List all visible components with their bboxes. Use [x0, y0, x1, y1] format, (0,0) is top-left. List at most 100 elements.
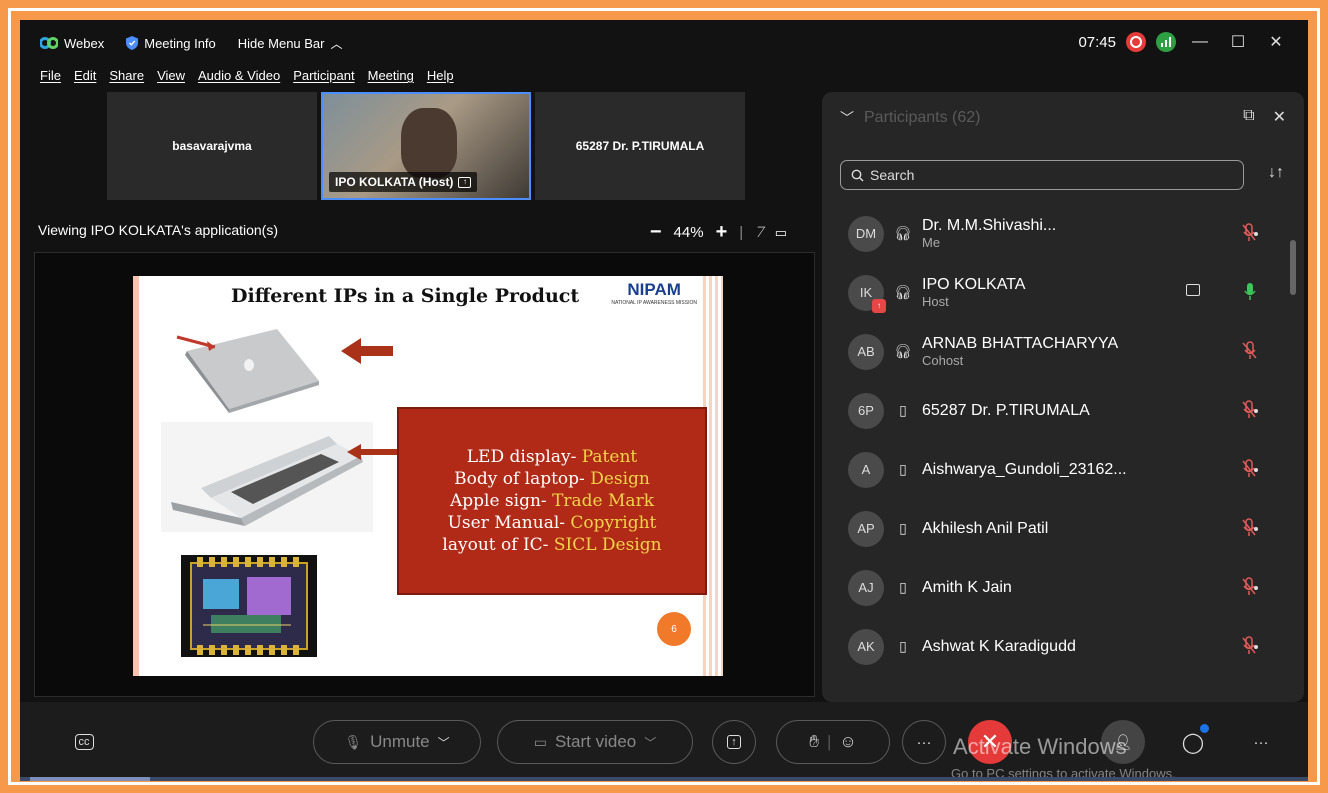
maximize-icon[interactable]: ☐	[1224, 32, 1252, 52]
scrollbar-thumb[interactable]	[1290, 240, 1296, 295]
chevron-down-icon[interactable]: ﹀	[438, 734, 450, 751]
start-video-button[interactable]: ▭ Start video ﹀	[497, 720, 693, 764]
more-icon: ···	[1253, 733, 1269, 751]
participant-row[interactable]: DM 🎧︎ Dr. M.M.Shivashi... Me	[822, 204, 1282, 263]
mic-active-icon[interactable]	[1242, 281, 1258, 303]
menu-meeting[interactable]: Meeting	[368, 68, 414, 90]
nipam-logo-subtext: NATIONAL IP AWARENESS MISSION	[611, 300, 697, 306]
mic-muted-icon[interactable]	[1242, 458, 1258, 480]
mic-muted-icon[interactable]	[1242, 635, 1258, 657]
slide-border-left	[133, 276, 139, 676]
mic-muted-icon[interactable]	[1242, 222, 1258, 244]
menu-bar: File Edit Share View Audio & Video Parti…	[20, 68, 454, 90]
more-options-button[interactable]: ···	[902, 720, 946, 764]
zoom-in-button[interactable]: +	[716, 221, 728, 244]
open-laptop-image	[161, 422, 373, 532]
activate-windows-watermark: Activate Windows	[953, 734, 1127, 759]
menu-view[interactable]: View	[157, 68, 185, 90]
participant-name: Akhilesh Anil Patil	[922, 519, 1049, 537]
menu-edit[interactable]: Edit	[74, 68, 96, 90]
share-button[interactable]: ↑	[712, 720, 756, 764]
more-icon: ···	[916, 733, 932, 751]
mic-muted-icon[interactable]	[1242, 517, 1258, 539]
close-panel-icon[interactable]: ✕	[1273, 107, 1286, 127]
menu-file[interactable]: File	[40, 68, 61, 90]
menu-participant[interactable]: Participant	[293, 68, 354, 90]
nipam-logo: NIPAM NATIONAL IP AWARENESS MISSION	[611, 280, 697, 306]
sharing-icon: ↑	[458, 176, 472, 188]
video-tile-active-speaker[interactable]: IPO KOLKATA (Host) ↑	[321, 92, 531, 200]
close-window-icon[interactable]: ✕	[1262, 32, 1290, 52]
recording-icon[interactable]	[1126, 32, 1146, 52]
participants-panel: ﹀ Participants (62) ⧉ ✕ ↓↑ DM 🎧︎ Dr. M.M…	[822, 92, 1304, 702]
sort-icon[interactable]: ↓↑	[1268, 164, 1284, 182]
webex-app-menu[interactable]: Webex	[40, 36, 104, 51]
ip-line: Apple sign- Trade Mark	[450, 490, 654, 512]
ip-line-value: SICL Design	[553, 535, 662, 555]
participant-name: 65287 Dr. P.TIRUMALA	[922, 401, 1090, 419]
annotate-icon[interactable]: ᜪ	[755, 224, 763, 241]
ip-line-value: Copyright	[570, 513, 657, 533]
participants-header[interactable]: ﹀ Participants (62)	[840, 108, 981, 128]
panel-header-actions: ⧉ ✕	[1243, 107, 1286, 127]
search-input[interactable]	[870, 167, 1230, 183]
participant-row[interactable]: AB 🎧︎ ARNAB BHATTACHARYYA Cohost	[822, 322, 1282, 381]
chevron-down-icon[interactable]: ﹀	[644, 734, 656, 751]
minimize-icon[interactable]: —	[1186, 33, 1214, 51]
participant-row[interactable]: IK ↑ 🎧︎ IPO KOLKATA Host	[822, 263, 1282, 322]
video-tile-label: IPO KOLKATA (Host) ↑	[329, 172, 478, 192]
avatar: A	[848, 451, 884, 488]
mic-muted-icon[interactable]	[1242, 340, 1258, 362]
participant-row[interactable]: A ▯ Aishwarya_Gundoli_23162...	[822, 440, 1282, 499]
meeting-info-button[interactable]: Meeting Info	[126, 36, 216, 51]
participant-row[interactable]: AJ ▯ Amith K Jain	[822, 558, 1282, 617]
participant-search[interactable]	[840, 160, 1244, 190]
avatar: 6P	[848, 392, 884, 429]
shield-icon	[126, 36, 139, 50]
ip-line-value: Trade Mark	[552, 491, 654, 511]
reactions-icon[interactable]: ☺	[839, 732, 856, 752]
more-apps-button[interactable]: ···	[1239, 720, 1283, 764]
video-tile[interactable]: basavarajvma	[107, 92, 317, 200]
nipam-logo-text: NIPAM	[627, 280, 681, 299]
shared-slide: Different IPs in a Single Product NIPAM …	[133, 276, 723, 676]
mobile-device-icon: ▯	[899, 402, 907, 418]
raise-hand-icon[interactable]: ✋︎	[809, 732, 819, 752]
mic-muted-icon[interactable]	[1242, 576, 1258, 598]
menu-help[interactable]: Help	[427, 68, 454, 90]
chevron-up-icon: ︿	[330, 36, 343, 51]
ip-line-label: User Manual-	[447, 513, 571, 533]
viewing-bar: Viewing IPO KOLKATA's application(s) − 4…	[20, 212, 815, 248]
participant-list: DM 🎧︎ Dr. M.M.Shivashi... Me IK ↑ 🎧︎ IPO K…	[822, 204, 1282, 676]
ip-line-value: Patent	[581, 447, 638, 467]
headset-icon: 🎧︎	[894, 284, 912, 300]
pop-out-icon[interactable]: ⧉	[1243, 107, 1254, 127]
ip-line-label: LED display-	[466, 447, 582, 467]
mic-muted-icon[interactable]	[1242, 399, 1258, 421]
zoom-out-button[interactable]: −	[650, 221, 662, 244]
ip-line-label: Apple sign-	[449, 491, 553, 511]
zoom-controls: − 44% + | ᜪ ▭	[650, 221, 787, 244]
avatar: AB	[848, 333, 884, 370]
network-health-icon[interactable]	[1156, 32, 1176, 52]
ip-line: LED display- Patent	[467, 446, 637, 468]
participant-row[interactable]: AK ▯ Ashwat K Karadigudd	[822, 617, 1282, 676]
participant-row[interactable]: AP ▯ Akhilesh Anil Patil	[822, 499, 1282, 558]
hide-menu-bar-button[interactable]: Hide Menu Bar ︿	[238, 35, 343, 52]
share-window-icon[interactable]: ▭	[775, 225, 787, 241]
unmute-button[interactable]: 🎙︎ Unmute ﹀	[313, 720, 481, 764]
avatar: AJ	[848, 569, 884, 606]
hide-menu-label: Hide Menu Bar	[237, 35, 325, 51]
menu-audio-video[interactable]: Audio & Video	[198, 68, 280, 90]
participants-scrollbar[interactable]	[1288, 222, 1298, 696]
chevron-down-icon[interactable]: ﹀	[840, 108, 854, 128]
participant-row[interactable]: 6P ▯ 65287 Dr. P.TIRUMALA	[822, 381, 1282, 440]
video-tile-name: IPO KOLKATA (Host)	[335, 175, 454, 189]
participants-title: Participants (62)	[864, 109, 981, 126]
menu-share[interactable]: Share	[109, 68, 144, 90]
notification-dot	[1200, 724, 1209, 733]
captions-button[interactable]: cc	[62, 720, 106, 764]
chat-button[interactable]: ◯	[1171, 720, 1215, 764]
avatar: DM	[848, 215, 884, 252]
video-tile[interactable]: 65287 Dr. P.TIRUMALA	[535, 92, 745, 200]
